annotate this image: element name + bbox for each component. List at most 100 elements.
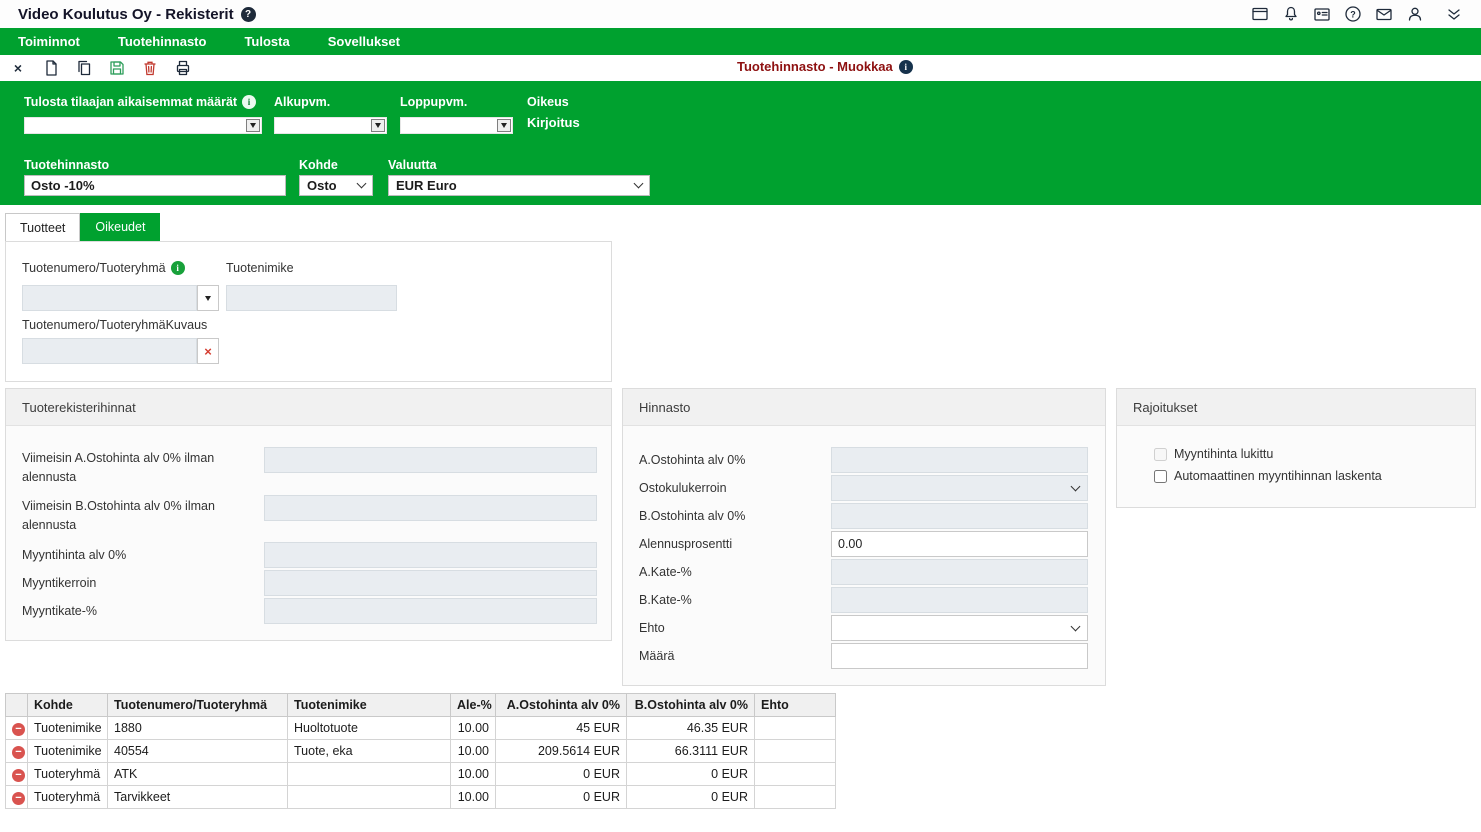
- alennusprosentti-input[interactable]: [831, 531, 1088, 557]
- help-badge-icon[interactable]: ?: [241, 7, 256, 22]
- a-kate-input[interactable]: [831, 559, 1088, 585]
- ehto-select[interactable]: [831, 615, 1088, 641]
- tab-oikeudet[interactable]: Oikeudet: [80, 213, 160, 241]
- cell-b-ostohinta: 46.35 EUR: [627, 717, 755, 740]
- cell-tuotenimike: [288, 786, 451, 809]
- kohde-select[interactable]: Osto: [299, 175, 373, 196]
- kuvaus-input[interactable]: [22, 338, 197, 364]
- cell-ehto: [755, 740, 836, 763]
- menubar: Toiminnot Tuotehinnasto Tulosta Sovelluk…: [0, 28, 1481, 55]
- tulosta-maarat-info-icon[interactable]: i: [242, 95, 256, 109]
- b-kate-input[interactable]: [831, 587, 1088, 613]
- loppupvm-combobox[interactable]: [400, 117, 513, 134]
- tab-tuotteet[interactable]: Tuotteet: [5, 213, 80, 241]
- table-row[interactable]: − Tuoteryhmä Tarvikkeet 10.00 0 EUR 0 EU…: [6, 786, 836, 809]
- tuotenimike-input[interactable]: [226, 285, 397, 311]
- close-icon[interactable]: ×: [6, 57, 30, 79]
- copy-icon[interactable]: [72, 57, 96, 79]
- chevron-down-icon: [357, 179, 367, 189]
- cell-a-ostohinta: 209.5614 EUR: [496, 740, 627, 763]
- tuoterekisterihinnat-panel: Tuoterekisterihinnat Viimeisin A.Ostohin…: [5, 388, 612, 641]
- menu-toiminnot[interactable]: Toiminnot: [18, 34, 80, 49]
- table-row[interactable]: − Tuotenimike 1880 Huoltotuote 10.00 45 …: [6, 717, 836, 740]
- maara-input[interactable]: [831, 643, 1088, 669]
- print-icon[interactable]: [171, 57, 195, 79]
- viimeisin-b-ostohinta-input[interactable]: [264, 495, 597, 521]
- viimeisin-b-ostohinta-label: Viimeisin B.Ostohinta alv 0% ilman alenn…: [22, 497, 257, 535]
- b-ostohinta-input[interactable]: [831, 503, 1088, 529]
- delete-icon[interactable]: [138, 57, 162, 79]
- remove-row-icon[interactable]: −: [12, 746, 25, 759]
- tuotenumero-info-icon[interactable]: i: [171, 261, 185, 275]
- app-window: Video Koulutus Oy - Rekisterit ? ?: [0, 0, 1481, 832]
- save-icon[interactable]: [105, 57, 129, 79]
- bell-icon[interactable]: [1281, 4, 1301, 24]
- header-tuotenimike: Tuotenimike: [288, 694, 451, 717]
- cell-ale: 10.00: [451, 763, 496, 786]
- tuotehinnasto-input[interactable]: [24, 175, 286, 196]
- tuoterekisterihinnat-title: Tuoterekisterihinnat: [6, 389, 611, 426]
- clear-icon[interactable]: ×: [197, 338, 219, 364]
- remove-row-icon[interactable]: −: [12, 792, 25, 805]
- cell-b-ostohinta: 0 EUR: [627, 763, 755, 786]
- automaattinen-laskenta-checkbox[interactable]: [1154, 470, 1167, 483]
- myyntihinta-input[interactable]: [264, 542, 597, 568]
- cell-tuotenumero: ATK: [108, 763, 288, 786]
- cell-tuotenimike: Tuote, eka: [288, 740, 451, 763]
- myyntikerroin-input[interactable]: [264, 570, 597, 596]
- kohde-label: Kohde: [299, 158, 338, 172]
- ostokulukerroin-select[interactable]: [831, 475, 1088, 501]
- alkupvm-dropdown-icon[interactable]: [371, 119, 385, 132]
- tuotenumero-input[interactable]: [22, 285, 197, 311]
- ehto-label: Ehto: [639, 621, 665, 635]
- header-ale: Ale-%: [451, 694, 496, 717]
- table-row[interactable]: − Tuotenimike 40554 Tuote, eka 10.00 209…: [6, 740, 836, 763]
- cell-kohde: Tuotenimike: [28, 740, 108, 763]
- loppupvm-label: Loppupvm.: [400, 95, 467, 109]
- header-tuotenumero: Tuotenumero/Tuoteryhmä: [108, 694, 288, 717]
- menu-sovellukset[interactable]: Sovellukset: [328, 34, 400, 49]
- valuutta-select[interactable]: EUR Euro: [388, 175, 650, 196]
- myyntihinta-label: Myyntihinta alv 0%: [22, 548, 126, 562]
- viimeisin-a-ostohinta-input[interactable]: [264, 447, 597, 473]
- page-title-info-icon[interactable]: i: [899, 60, 913, 74]
- cell-ehto: [755, 763, 836, 786]
- toolbar: × Tuotehinnasto - Muokkaa i: [0, 55, 1481, 81]
- remove-row-icon[interactable]: −: [12, 769, 25, 782]
- cell-ehto: [755, 717, 836, 740]
- header-a-ostohinta: A.Ostohinta alv 0%: [496, 694, 627, 717]
- collapse-chevron-icon[interactable]: [1441, 4, 1467, 24]
- header-icon-col: [6, 694, 28, 717]
- titlebar: Video Koulutus Oy - Rekisterit ? ?: [0, 0, 1481, 28]
- myyntikate-input[interactable]: [264, 598, 597, 624]
- alkupvm-combobox[interactable]: [274, 117, 387, 134]
- hinnasto-panel: Hinnasto A.Ostohinta alv 0% Ostokulukerr…: [622, 388, 1106, 686]
- valuutta-label: Valuutta: [388, 158, 437, 172]
- cell-a-ostohinta: 0 EUR: [496, 786, 627, 809]
- myyntihinta-lukittu-checkbox[interactable]: [1154, 448, 1167, 461]
- card-icon[interactable]: [1312, 4, 1332, 24]
- price-rows-grid: Kohde Tuotenumero/Tuoteryhmä Tuotenimike…: [5, 693, 836, 809]
- new-document-icon[interactable]: [39, 57, 63, 79]
- cell-kohde: Tuoteryhmä: [28, 763, 108, 786]
- alennusprosentti-label: Alennusprosentti: [639, 537, 732, 551]
- workspace-icon[interactable]: [1250, 4, 1270, 24]
- menu-tuotehinnasto[interactable]: Tuotehinnasto: [118, 34, 207, 49]
- header-b-ostohinta: B.Ostohinta alv 0%: [627, 694, 755, 717]
- rajoitukset-title: Rajoitukset: [1117, 389, 1475, 426]
- help-icon[interactable]: ?: [1343, 4, 1363, 24]
- menu-tulosta[interactable]: Tulosta: [244, 34, 289, 49]
- table-row[interactable]: − Tuoteryhmä ATK 10.00 0 EUR 0 EUR: [6, 763, 836, 786]
- header-ehto: Ehto: [755, 694, 836, 717]
- tulosta-maarat-dropdown-icon[interactable]: [246, 119, 260, 132]
- mail-icon[interactable]: [1374, 4, 1394, 24]
- tuotenumero-dropdown-icon[interactable]: [197, 285, 219, 311]
- user-icon[interactable]: [1405, 4, 1425, 24]
- oikeus-value: Kirjoitus: [527, 115, 580, 130]
- loppupvm-dropdown-icon[interactable]: [497, 119, 511, 132]
- cell-kohde: Tuoteryhmä: [28, 786, 108, 809]
- a-ostohinta-input[interactable]: [831, 447, 1088, 473]
- myyntikate-label: Myyntikate-%: [22, 604, 97, 618]
- tulosta-maarat-combobox[interactable]: [24, 117, 262, 134]
- remove-row-icon[interactable]: −: [12, 723, 25, 736]
